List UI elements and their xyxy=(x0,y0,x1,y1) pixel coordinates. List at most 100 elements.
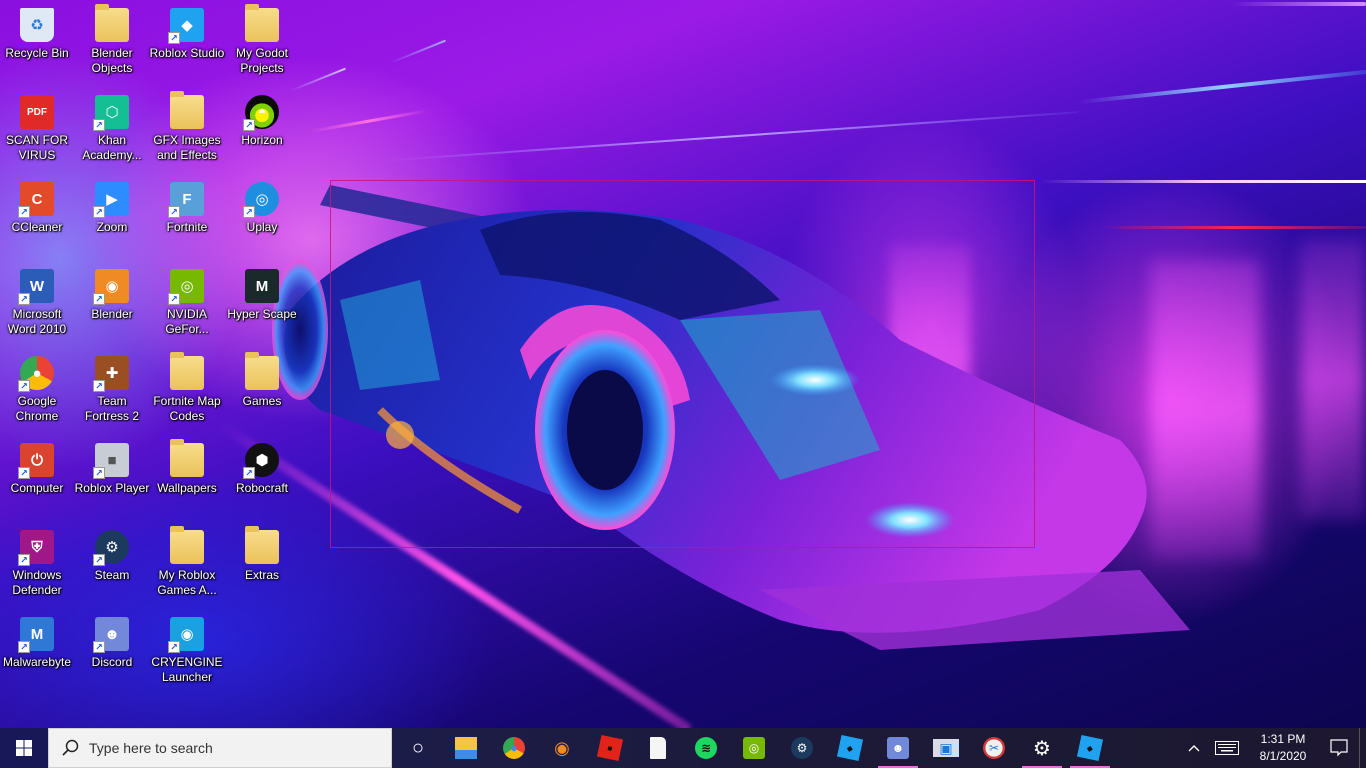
zoom-icon: ▶ ↗ xyxy=(93,182,129,218)
folder-icon xyxy=(245,4,279,42)
malwarebytes-icon: M ↗ xyxy=(18,617,54,653)
taskbar-app-blender[interactable]: ◉ xyxy=(538,728,586,768)
desktop-icon[interactable]: W ↗ Microsoft Word 2010 xyxy=(0,261,74,337)
folder-icon xyxy=(170,439,204,477)
desktop-icon[interactable]: Extras xyxy=(225,522,299,583)
desktop-icon[interactable]: F ↗ Fortnite xyxy=(150,174,224,235)
search-icon xyxy=(62,739,79,756)
desktop-icon-label: Computer xyxy=(10,481,64,495)
taskbar-app-spotify[interactable]: ≋ xyxy=(682,728,730,768)
gear-icon: ⚙ xyxy=(1033,737,1051,760)
desktop-icon-label: My Godot Projects xyxy=(235,46,289,75)
cryengine-icon: ◉ ↗ xyxy=(168,617,204,653)
desktop-icon[interactable]: M ↗ Malwarebyte xyxy=(0,609,74,670)
show-desktop-button[interactable] xyxy=(1359,728,1366,768)
desktop-icon[interactable]: ◉ ↗ CRYENGINE Launcher xyxy=(150,609,224,685)
taskbar-app-snipping-tool[interactable]: ✂ xyxy=(970,728,1018,768)
desktop-icon[interactable]: ◉ ↗ Blender xyxy=(75,261,149,322)
blender-icon: ◉ xyxy=(554,737,570,758)
wallpaper-streak xyxy=(389,39,447,64)
desktop-icon[interactable]: ♻ Recycle Bin xyxy=(0,0,74,61)
shortcut-arrow-icon: ↗ xyxy=(168,641,180,653)
desktop-icon[interactable]: My Roblox Games A... xyxy=(150,522,224,598)
nvidia-icon: ◎ ↗ xyxy=(168,269,204,305)
blender-icon: ◉ ↗ xyxy=(93,269,129,305)
desktop-icon[interactable]: ⚙ ↗ Steam xyxy=(75,522,149,583)
desktop-icon[interactable]: ◆ ↗ Roblox Studio xyxy=(150,0,224,61)
shortcut-arrow-icon: ↗ xyxy=(93,206,105,218)
desktop-icon[interactable]: ● ↗ Google Chrome xyxy=(0,348,74,424)
taskbar-app-chrome[interactable]: ● xyxy=(490,728,538,768)
desktop-icon[interactable]: My Godot Projects xyxy=(225,0,299,76)
word-icon: W ↗ xyxy=(18,269,54,305)
taskbar-search-box[interactable]: Type here to search xyxy=(48,728,392,768)
taskbar-app-discord[interactable]: ☻ xyxy=(874,728,922,768)
folder-icon xyxy=(245,352,279,390)
clock[interactable]: 1:31 PM 8/1/2020 xyxy=(1247,728,1319,768)
desktop-icon[interactable]: ⛨ ↗ Windows Defender xyxy=(0,522,74,598)
desktop-icon[interactable]: ◎ ↗ Uplay xyxy=(225,174,299,235)
desktop-icon[interactable]: ✚ ↗ Team Fortress 2 xyxy=(75,348,149,424)
wallpaper-neon-pillar xyxy=(1300,240,1366,520)
chevron-up-icon xyxy=(1188,745,1200,752)
desktop-icon-label: Malwarebyte xyxy=(2,655,72,669)
desktop-icon[interactable]: ◓ ↗ Horizon xyxy=(225,87,299,148)
desktop-icon[interactable]: M Hyper Scape xyxy=(225,261,299,322)
taskbar-app-blank-file[interactable] xyxy=(634,728,682,768)
desktop-icon-label: Wallpapers xyxy=(157,481,217,495)
taskbar-app-roblox-studio-2[interactable]: ◆ xyxy=(1066,728,1114,768)
discord-icon: ☻ xyxy=(887,737,909,759)
desktop-icon[interactable]: ⏻ ↗ Computer xyxy=(0,435,74,496)
shortcut-arrow-icon: ↗ xyxy=(18,467,30,479)
desktop-icon[interactable]: Wallpapers xyxy=(150,435,224,496)
action-center-button[interactable] xyxy=(1319,728,1359,768)
taskbar-app-roblox[interactable]: ■ xyxy=(586,728,634,768)
taskbar-app-cortana[interactable]: ○ xyxy=(394,728,442,768)
start-button[interactable] xyxy=(0,728,48,768)
desktop-icon-label: Extras xyxy=(244,568,279,582)
desktop-icon[interactable]: PDF SCAN FOR VIRUS xyxy=(0,87,74,163)
discord-icon: ☻ ↗ xyxy=(93,617,129,653)
desktop-icon-label: Microsoft Word 2010 xyxy=(7,307,67,336)
desktop-icon-label: GFX Images and Effects xyxy=(153,133,221,162)
desktop-icon[interactable]: Games xyxy=(225,348,299,409)
steam-icon: ⚙ xyxy=(791,737,813,759)
shortcut-arrow-icon: ↗ xyxy=(168,293,180,305)
shortcut-arrow-icon: ↗ xyxy=(93,467,105,479)
clock-time: 1:31 PM xyxy=(1260,732,1306,746)
desktop-icon[interactable]: ☻ ↗ Discord xyxy=(75,609,149,670)
uplay-icon: ◎ ↗ xyxy=(243,182,279,218)
desktop-icon[interactable]: ◎ ↗ NVIDIA GeFor... xyxy=(150,261,224,337)
desktop-icon-label: Fortnite xyxy=(166,220,208,234)
cortana-circle-icon: ○ xyxy=(411,736,425,759)
desktop-icon[interactable]: GFX Images and Effects xyxy=(150,87,224,163)
blank-file-icon xyxy=(650,737,666,759)
taskbar-app-settings[interactable]: ⚙ xyxy=(1018,728,1066,768)
window-app-icon: ▣ xyxy=(933,739,959,757)
keyboard-icon xyxy=(1215,741,1239,755)
desktop-icon[interactable]: ■ ↗ Roblox Player xyxy=(75,435,149,496)
desktop-icon[interactable]: Blender Objects xyxy=(75,0,149,76)
show-hidden-icons-button[interactable] xyxy=(1181,728,1207,768)
roblox-icon: ■ ↗ xyxy=(93,443,129,479)
desktop-icon[interactable]: ⬢ ↗ Robocraft xyxy=(225,435,299,496)
taskbar-app-file-explorer[interactable]: ▭ xyxy=(442,728,490,768)
touch-keyboard-button[interactable] xyxy=(1207,728,1247,768)
taskbar-app-nvidia[interactable]: ◎ xyxy=(730,728,778,768)
taskbar-app-steam[interactable]: ⚙ xyxy=(778,728,826,768)
taskbar-app-window-app[interactable]: ▣ xyxy=(922,728,970,768)
nvidia-icon: ◎ xyxy=(743,737,765,759)
desktop-icon-label: Hyper Scape xyxy=(227,307,297,321)
desktop-icon[interactable]: Fortnite Map Codes xyxy=(150,348,224,424)
shortcut-arrow-icon: ↗ xyxy=(168,206,180,218)
shortcut-arrow-icon: ↗ xyxy=(168,32,180,44)
spotify-icon: ≋ xyxy=(695,737,717,759)
desktop-icon[interactable]: C ↗ CCleaner xyxy=(0,174,74,235)
desktop-icon[interactable]: ⬡ ↗ Khan Academy... xyxy=(75,87,149,163)
desktop-icon-label: Blender Objects xyxy=(91,46,133,75)
desktop-icon[interactable]: ▶ ↗ Zoom xyxy=(75,174,149,235)
search-placeholder: Type here to search xyxy=(89,740,213,756)
roblox-icon: ■ xyxy=(596,734,624,762)
taskbar-app-roblox-studio[interactable]: ◆ xyxy=(826,728,874,768)
desktop-icon-label: Games xyxy=(242,394,282,408)
